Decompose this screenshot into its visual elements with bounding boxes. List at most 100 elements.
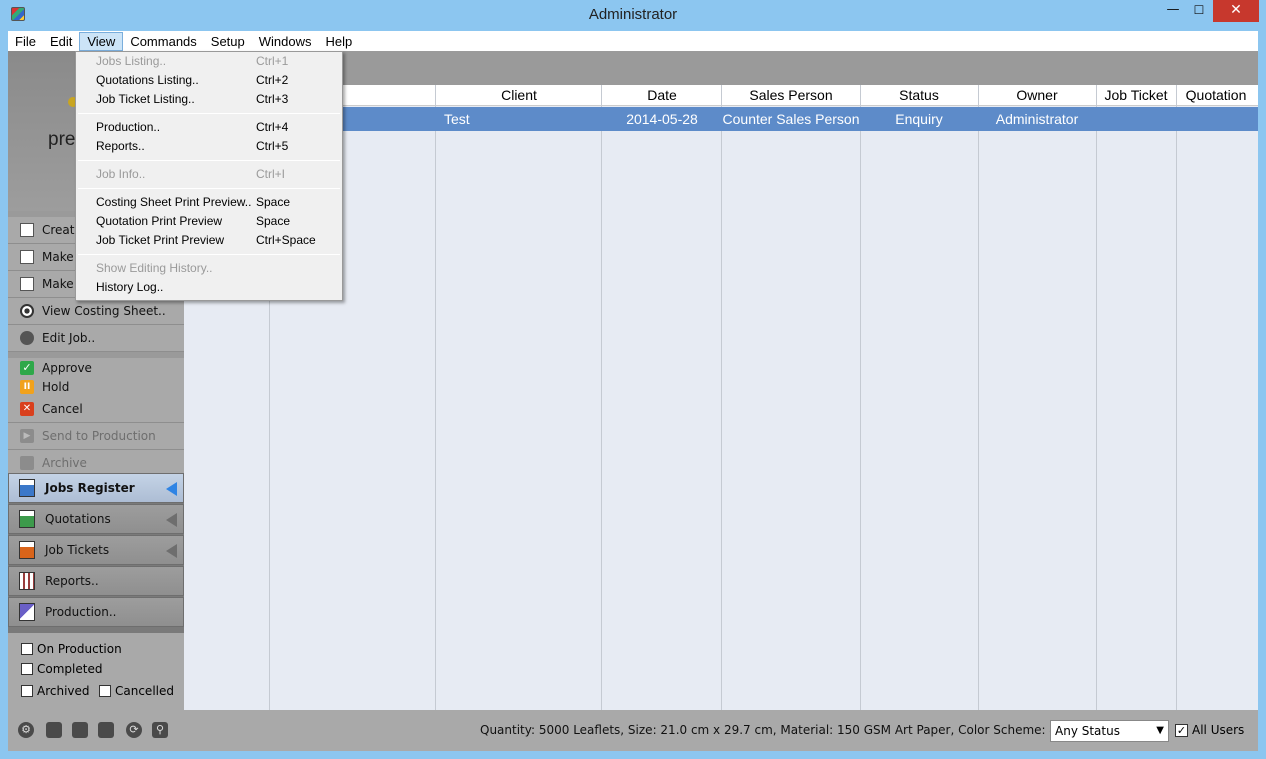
- menu-separator: [78, 254, 340, 255]
- check-icon: ✓: [20, 360, 34, 375]
- jobs-register-icon: [19, 479, 35, 497]
- column-divider: [1096, 85, 1097, 710]
- menu-item-history-log[interactable]: History Log..: [76, 278, 342, 297]
- status-bar: ⚙ ⟳ ⚲ Quantity: 5000 Leaflets, Size: 21.…: [8, 710, 1258, 751]
- job-tickets-icon: [19, 541, 35, 559]
- checkbox-label: Archived: [37, 684, 90, 698]
- column-header-quotation[interactable]: Quotation: [1176, 87, 1256, 103]
- column-header-sales-person[interactable]: Sales Person: [722, 87, 860, 103]
- barcode-icon[interactable]: [72, 722, 88, 738]
- approve-button[interactable]: ✓ Approve: [8, 358, 184, 377]
- menu-item-reports[interactable]: Reports.. Ctrl+5: [76, 137, 342, 156]
- menu-item-quotation-print-preview[interactable]: Quotation Print Preview Space: [76, 212, 342, 231]
- all-users-label: All Users: [1192, 723, 1245, 737]
- make-icon: [20, 277, 34, 291]
- column-header-status[interactable]: Status: [860, 87, 978, 103]
- logo: pre: [48, 129, 76, 150]
- action-label: Make: [42, 250, 74, 264]
- menu-file[interactable]: File: [8, 32, 43, 51]
- pencil-icon: [20, 331, 34, 345]
- arrow-icon: [166, 544, 177, 558]
- menu-item-label: Job Info..: [96, 167, 146, 181]
- menu-item-label: Job Ticket Listing..: [96, 92, 195, 106]
- status-filter-select[interactable]: Any Status ▼: [1050, 720, 1169, 742]
- checkbox-box[interactable]: [21, 663, 33, 675]
- chevron-down-icon: ▼: [1156, 725, 1164, 736]
- pause-icon: II: [20, 379, 34, 394]
- completed-checkbox[interactable]: Completed: [21, 662, 102, 676]
- menu-view[interactable]: View: [79, 31, 124, 51]
- close-button[interactable]: ✕: [1213, 0, 1259, 22]
- menu-item-production[interactable]: Production.. Ctrl+4: [76, 118, 342, 137]
- gear-icon[interactable]: ⚙: [18, 722, 34, 738]
- refresh-icon[interactable]: ⟳: [126, 722, 142, 738]
- all-users-checkbox[interactable]: ✓ All Users: [1175, 723, 1244, 737]
- menu-item-shortcut: Ctrl+I: [256, 167, 286, 181]
- menu-item-label: Quotations Listing..: [96, 73, 199, 87]
- nav-label: Quotations: [45, 512, 111, 526]
- column-divider: [1176, 85, 1177, 710]
- checkbox-box[interactable]: [99, 685, 111, 697]
- column-header-client[interactable]: Client: [436, 87, 602, 103]
- menu-item-job-ticket-listing[interactable]: Job Ticket Listing.. Ctrl+3: [76, 90, 342, 109]
- nav-production[interactable]: Production..: [8, 597, 184, 627]
- view-costing-sheet-button[interactable]: View Costing Sheet..: [8, 298, 184, 325]
- printer-icon[interactable]: [98, 722, 114, 738]
- menu-item-job-ticket-print-preview[interactable]: Job Ticket Print Preview Ctrl+Space: [76, 231, 342, 250]
- menu-item-label: Reports..: [96, 139, 145, 153]
- search-icon[interactable]: ⚲: [152, 722, 168, 738]
- table-row[interactable]: Test 2014-05-28 Counter Sales Person Enq…: [184, 107, 1258, 131]
- menu-item-shortcut: Ctrl+5: [256, 139, 289, 153]
- on-production-checkbox[interactable]: On Production: [21, 642, 122, 656]
- checkbox-box-checked[interactable]: ✓: [1175, 723, 1188, 737]
- checkbox-box[interactable]: [21, 643, 33, 655]
- hold-button[interactable]: II Hold: [8, 377, 184, 396]
- filters-panel: On Production Completed Archived Cancell…: [8, 633, 184, 710]
- nav-jobs-register[interactable]: Jobs Register: [8, 473, 184, 503]
- menu-item-shortcut: Ctrl+4: [256, 120, 289, 134]
- column-header-job-ticket[interactable]: Job Ticket: [1096, 87, 1176, 103]
- archive-icon: [20, 456, 34, 470]
- cancel-job-button[interactable]: ✕ Cancel: [8, 396, 184, 423]
- nav-job-tickets[interactable]: Job Tickets: [8, 535, 184, 565]
- menu-item-jobs-listing[interactable]: Jobs Listing.. Ctrl+1: [76, 52, 342, 71]
- menu-edit[interactable]: Edit: [43, 32, 79, 51]
- menu-item-costing-sheet-print-preview[interactable]: Costing Sheet Print Preview.. Space: [76, 193, 342, 212]
- menu-item-shortcut: Space: [256, 214, 291, 228]
- cancelled-checkbox[interactable]: Cancelled: [99, 684, 174, 698]
- production-icon: [19, 603, 35, 621]
- menu-item-label: Job Ticket Print Preview: [96, 233, 225, 247]
- menu-item-show-editing-history[interactable]: Show Editing History..: [76, 259, 342, 278]
- checkbox-box[interactable]: [21, 685, 33, 697]
- menu-windows[interactable]: Windows: [252, 32, 319, 51]
- maximize-button[interactable]: ☐: [1186, 0, 1212, 22]
- column-header-owner[interactable]: Owner: [978, 87, 1096, 103]
- menu-item-job-info[interactable]: Job Info.. Ctrl+I: [76, 165, 342, 184]
- address-book-icon[interactable]: [46, 722, 62, 738]
- send-to-production-button[interactable]: ▶ Send to Production: [8, 423, 184, 450]
- minimize-button[interactable]: —: [1160, 0, 1186, 22]
- nav-reports[interactable]: Reports..: [8, 566, 184, 596]
- menu-separator: [78, 188, 340, 189]
- menu-help[interactable]: Help: [319, 32, 360, 51]
- column-divider: [601, 85, 602, 710]
- nav-quotations[interactable]: Quotations: [8, 504, 184, 534]
- nav-label: Job Tickets: [45, 543, 110, 557]
- menu-commands[interactable]: Commands: [123, 32, 203, 51]
- menu-item-quotations-listing[interactable]: Quotations Listing.. Ctrl+2: [76, 71, 342, 90]
- nav-label: Jobs Register: [45, 481, 135, 495]
- archived-checkbox[interactable]: Archived: [21, 684, 90, 698]
- grid-toolbar: [184, 51, 1258, 85]
- active-arrow-icon: [166, 482, 177, 496]
- title-bar: Administrator — ☐ ✕: [0, 0, 1266, 31]
- menu-item-label: Quotation Print Preview: [96, 214, 223, 228]
- menu-item-shortcut: Ctrl+2: [256, 73, 289, 87]
- jobs-grid: Client Date Sales Person Status Owner Jo…: [184, 51, 1258, 710]
- column-divider: [978, 85, 979, 710]
- edit-job-button[interactable]: Edit Job..: [8, 325, 184, 352]
- menu-item-label: Costing Sheet Print Preview..: [96, 195, 252, 209]
- column-header-date[interactable]: Date: [602, 87, 722, 103]
- menu-separator: [78, 160, 340, 161]
- menu-setup[interactable]: Setup: [204, 32, 252, 51]
- menu-item-shortcut: Space: [256, 195, 291, 209]
